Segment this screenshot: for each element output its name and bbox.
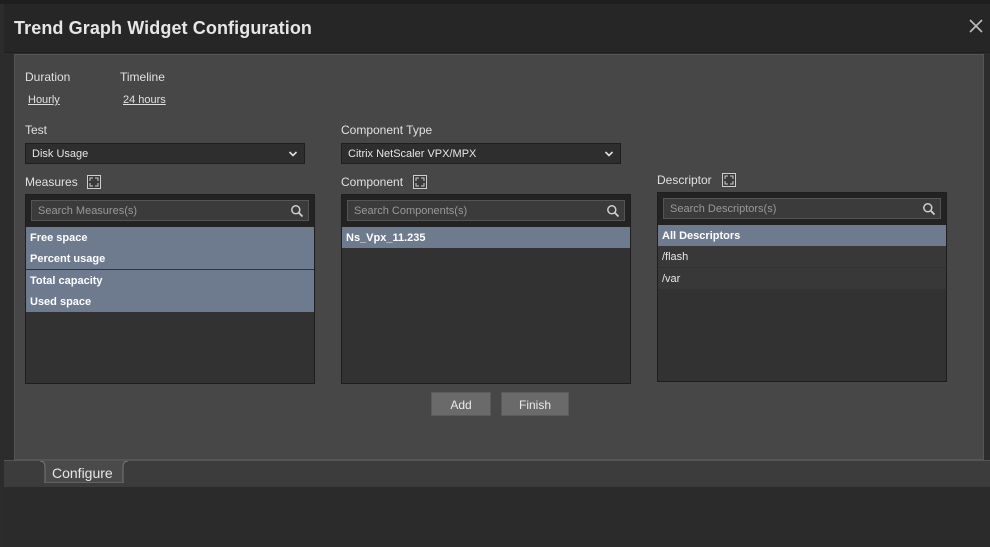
test-selected-value: Disk Usage [32,148,89,160]
list-item[interactable]: Used space [26,291,314,312]
component-search-placeholder: Search Components(s) [354,205,468,217]
descriptor-search-input[interactable]: Search Descriptors(s) [663,198,941,219]
expand-icon[interactable] [413,175,427,189]
measures-search-placeholder: Search Measures(s) [38,205,138,217]
list-item[interactable]: Free space [26,227,314,248]
dialog-header: Trend Graph Widget Configuration [4,4,990,53]
search-icon[interactable] [922,202,936,216]
timeline-label: Timeline [120,70,165,84]
component-search-input[interactable]: Search Components(s) [347,200,625,221]
component-label: Component [341,175,404,189]
descriptor-search-bar: Search Descriptors(s) [658,193,946,225]
component-list[interactable]: Search Components(s) Ns_Vpx_11.235 [341,194,631,384]
timeline-link[interactable]: 24 hours [123,94,166,106]
dialog-title: Trend Graph Widget Configuration [14,18,313,38]
tab-configure-label: Configure [52,465,113,481]
chevron-down-icon [288,151,298,157]
expand-icon[interactable] [87,175,101,189]
component-type-select[interactable]: Citrix NetScaler VPX/MPX [341,143,621,164]
list-item[interactable]: /var [658,268,946,289]
search-icon[interactable] [290,204,304,218]
duration-link[interactable]: Hourly [28,94,60,106]
list-item[interactable]: /flash [658,246,946,267]
component-type-label: Component Type [341,123,433,137]
search-icon[interactable] [606,204,620,218]
descriptor-label: Descriptor [657,173,712,187]
list-item[interactable]: All Descriptors [658,225,946,246]
list-item[interactable]: Total capacity [26,270,314,291]
duration-label: Duration [25,70,71,84]
finish-button[interactable]: Finish [501,392,569,416]
test-label: Test [25,123,48,137]
measures-search-input[interactable]: Search Measures(s) [31,200,309,221]
add-button[interactable]: Add [431,392,491,416]
measures-list[interactable]: Search Measures(s) Free space Percent us… [25,194,315,384]
component-search-bar: Search Components(s) [342,195,630,227]
close-icon[interactable] [966,16,986,36]
config-panel: Duration Hourly Timeline 24 hours Test D… [14,54,984,460]
chevron-down-icon [604,151,614,157]
measures-label: Measures [25,175,78,189]
test-select[interactable]: Disk Usage [25,143,305,164]
list-item[interactable]: Percent usage [26,248,314,269]
descriptor-search-placeholder: Search Descriptors(s) [670,203,777,215]
expand-icon[interactable] [722,173,736,187]
dialog-root: Trend Graph Widget Configuration Duratio… [0,0,990,547]
lower-area [4,487,990,547]
component-type-selected-value: Citrix NetScaler VPX/MPX [348,148,477,160]
measures-search-bar: Search Measures(s) [26,195,314,227]
list-item[interactable]: Ns_Vpx_11.235 [342,227,630,248]
descriptor-list[interactable]: Search Descriptors(s) All Descriptors /f… [657,192,947,382]
tab-bar: Configure [4,460,990,487]
